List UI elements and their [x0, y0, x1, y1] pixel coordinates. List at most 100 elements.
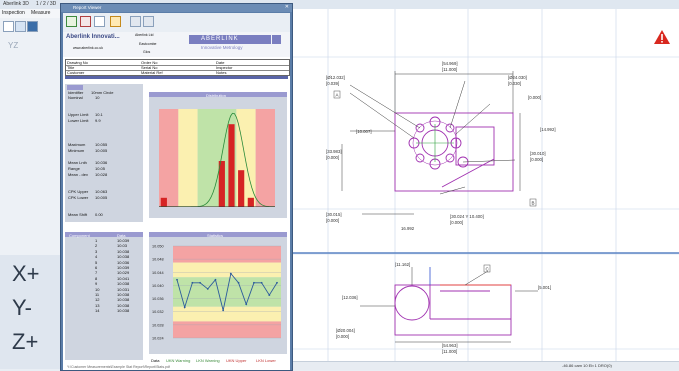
dim-side-step: [5.001] [538, 285, 551, 290]
component-value: 10.039 [117, 238, 130, 243]
statistics-point [268, 294, 271, 296]
component-number: 1 [95, 238, 98, 243]
company-name: Aberlink Innovati... [66, 34, 120, 40]
open-icon[interactable] [15, 21, 26, 32]
legend-ukn-warning: UKN Warning [166, 358, 191, 363]
component-value: 10.039 [117, 265, 130, 270]
legend-lkn-lower: LKN Lower [256, 358, 276, 363]
component-number: 4 [95, 254, 98, 260]
nominal-label: Nominal [68, 95, 83, 100]
export-icon[interactable] [94, 16, 105, 27]
report-page: Aberlink Innovati... www.aberlink.co.uk … [63, 32, 290, 370]
refresh-icon[interactable] [66, 16, 77, 27]
statistics-ytick: 10.040 [152, 284, 164, 288]
upper-limit-label: Upper Limit [68, 112, 89, 117]
maximum-label: Maximum [68, 142, 86, 147]
table-row: 10 10.031 [65, 287, 143, 292]
distribution-band [159, 109, 179, 207]
distribution-header: Distribution [149, 92, 287, 98]
logo-subtitle: Innovative Metrology [201, 45, 243, 50]
statistics-point [176, 278, 178, 281]
table-row: 8 10.041 [65, 276, 143, 281]
chart-legend: Data UKN Warning LKN Warning UKN Upper L… [151, 358, 291, 364]
dim-hole-tol: [0.039] [326, 81, 339, 86]
save-icon[interactable] [27, 21, 38, 32]
statistics-point [214, 278, 217, 281]
table-row: 7 10.029 [65, 270, 143, 275]
report-window[interactable]: Report Viewer ✕ Aberlink Innovati... www… [60, 3, 293, 371]
axis-z-plus-button[interactable]: Z+ [12, 329, 38, 355]
dim-pcd-diameter: [Ø24.030] [508, 75, 527, 80]
mean-dev-label: Mean - dev [68, 172, 89, 177]
statistics-ytick: 10.036 [152, 297, 164, 301]
statistics-ytick: 10.024 [152, 337, 164, 341]
dim-right-offset-tol: [0.000] [530, 157, 543, 162]
statistics-point [260, 281, 263, 284]
dim-left-offset-tol: [0.000] [326, 155, 339, 160]
mean-shift-value: 0.00 [95, 212, 103, 217]
dim-side-length-tol: [11.000] [442, 349, 457, 354]
component-number: 6 [95, 265, 98, 270]
statistics-ytick: 10.048 [152, 258, 164, 262]
component-value: 10.038 [117, 292, 130, 297]
statistics-point [183, 306, 186, 309]
menu-inspection[interactable]: Inspection [2, 10, 25, 16]
axis-y-minus-button[interactable]: Y- [12, 295, 32, 321]
statistics-point [206, 288, 209, 290]
component-value: 10.029 [117, 270, 130, 276]
component-number: 10 [95, 286, 100, 292]
dim-bottom-left: [30.015] [326, 212, 342, 217]
statistics-point [199, 281, 201, 284]
print-icon[interactable] [130, 16, 141, 27]
component-value: 10.038 [117, 281, 130, 287]
close-icon[interactable]: ✕ [285, 4, 289, 10]
statistics-title: Statistics [207, 232, 224, 238]
component-value: 10.036 [117, 259, 130, 265]
distribution-band [197, 109, 217, 207]
folder-icon[interactable] [110, 16, 121, 27]
company-url: www.aberlink.co.uk [73, 46, 103, 50]
cpk-upper-label: CPK Upper [68, 189, 89, 194]
dim-side-depth: [12.036] [342, 295, 358, 300]
statistics-point [276, 281, 278, 284]
axis-x-plus-button[interactable]: X+ [12, 261, 40, 287]
legend-lkn-warning: LKN Warning [196, 358, 220, 363]
report-window-title: Report Viewer [73, 5, 102, 10]
dim-height-right: [14.992] [540, 127, 556, 132]
header-mid: Eastcombe [139, 42, 157, 46]
dim-height-left: [10.007] [356, 129, 372, 134]
statistics-band [173, 262, 281, 278]
cpk-lower-value: 10.005 [95, 195, 108, 200]
distribution-band [255, 109, 275, 207]
dim-side-bore: [Ø20.004] [336, 328, 355, 333]
component-number: 9 [95, 281, 98, 287]
distribution-band [178, 109, 198, 207]
mean-dev-value: 10.028 [95, 172, 108, 177]
dim-overall-tol: [11.000] [442, 67, 457, 72]
component-value: 10.03 [117, 243, 128, 249]
component-number: 2 [95, 243, 98, 249]
table-row: 14 10.038 [65, 308, 143, 313]
minimum-label: Minimum [68, 148, 85, 153]
cpk-lower-label: CPK Lower [68, 195, 89, 200]
statistics-ytick: 10.044 [152, 271, 164, 275]
component-value: 10.038 [117, 248, 130, 254]
cad-view[interactable]: [54.969] [11.000] [Ø12.032] [0.039] [Ø24… [290, 9, 679, 361]
statistics-band [173, 321, 281, 338]
dim-side-height: [11.162] [395, 262, 410, 267]
components-header: Component Data [65, 232, 143, 238]
new-file-icon[interactable] [3, 21, 14, 32]
menu-measure[interactable]: Measure [31, 10, 50, 16]
pdf-icon[interactable] [80, 16, 91, 27]
print-setup-icon[interactable] [143, 16, 154, 27]
dim-bottom-left-tol: [0.000] [326, 218, 339, 223]
legend-data: Data [151, 358, 160, 363]
components-header-right: Data [117, 232, 126, 238]
component-value: 10.031 [117, 286, 130, 292]
table-row: 12 10.038 [65, 297, 143, 302]
app-tab[interactable]: 1 / 2 / 3D [36, 1, 56, 7]
range-label: Range [68, 166, 80, 171]
distribution-title: Distribution [206, 92, 227, 98]
dim-pcd-tol-2: [0.000] [528, 95, 541, 100]
components-header-left: Component [69, 232, 90, 238]
